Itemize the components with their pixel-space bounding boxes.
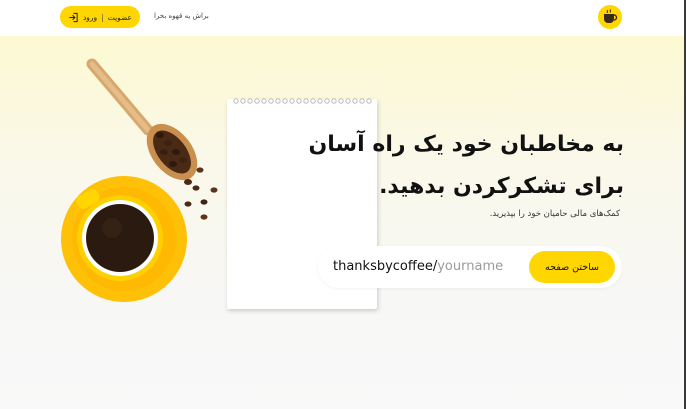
hero-headline: به مخاطبان خود یک راه آسان برای تشکرکردن… bbox=[304, 124, 624, 208]
coffee-bean bbox=[192, 185, 200, 191]
url-prefix: thanksbycoffee/ bbox=[333, 259, 438, 274]
notebook-spiral bbox=[233, 98, 372, 104]
coffee-bean bbox=[200, 199, 208, 205]
username-input[interactable]: yourname bbox=[437, 259, 503, 274]
url-field[interactable]: thanksbycoffee/yourname bbox=[333, 259, 503, 274]
coffee-bean bbox=[184, 179, 192, 185]
headline-line-1: به مخاطبان خود یک راه آسان bbox=[308, 132, 624, 157]
hero-subtitle: کمک‌های مالی حامیان خود را بپذیرید. bbox=[489, 209, 620, 219]
headline-line-2: برای تشکرکردن بدهید. bbox=[379, 174, 624, 199]
coffee-bean bbox=[184, 201, 192, 207]
coffee-bean bbox=[210, 187, 218, 193]
coffee-bean bbox=[200, 214, 208, 220]
page-url-form: thanksbycoffee/yourname ساختن صفحه bbox=[318, 246, 622, 288]
create-page-button[interactable]: ساختن صفحه bbox=[529, 251, 615, 283]
coffee-bean bbox=[196, 167, 204, 173]
